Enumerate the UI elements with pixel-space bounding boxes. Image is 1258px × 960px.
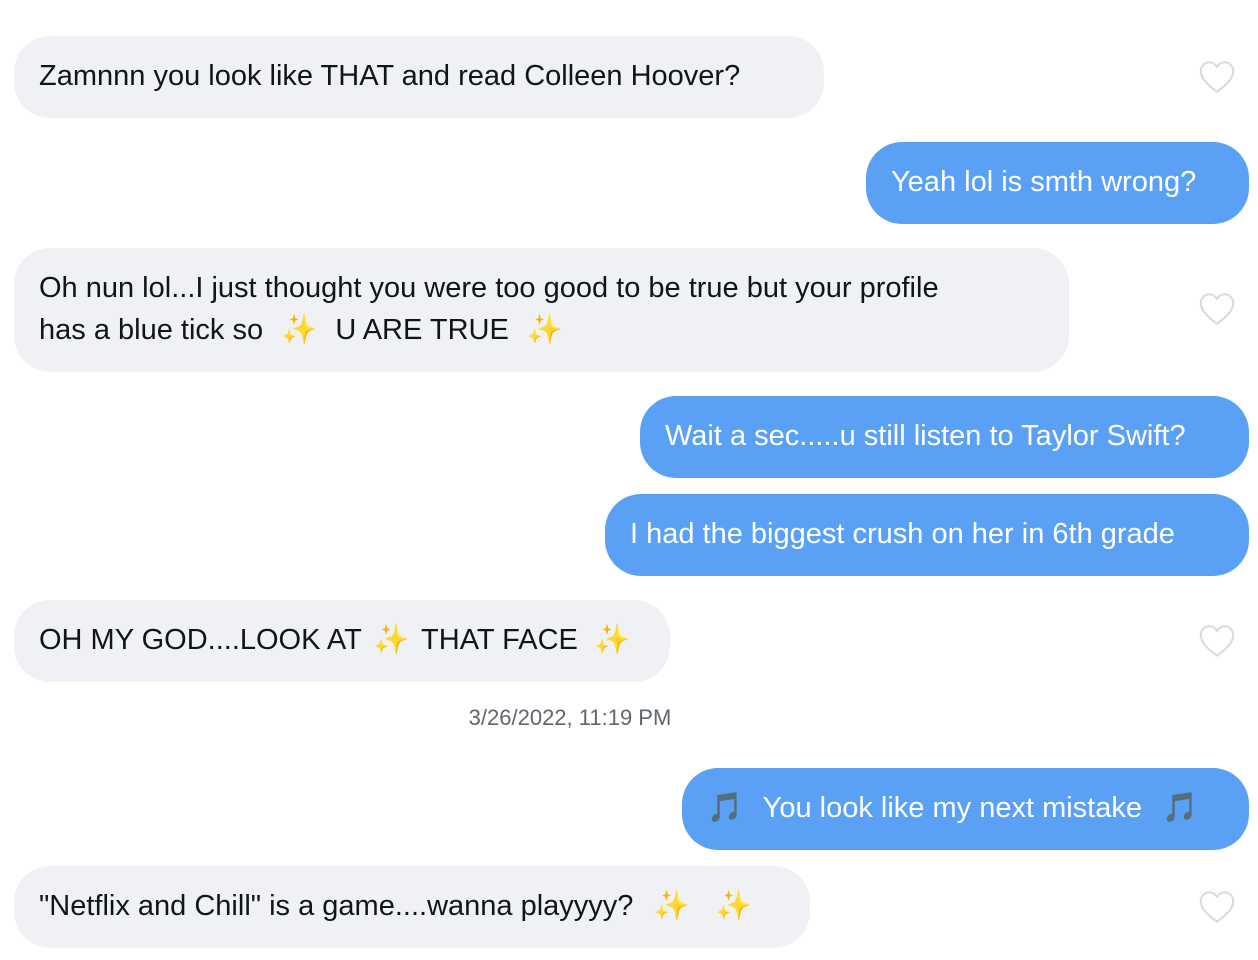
outgoing-message[interactable]: I had the biggest crush on her in 6th gr… bbox=[605, 494, 1249, 576]
message-text: "Netflix and Chill" is a game....wanna p… bbox=[39, 890, 634, 922]
sparkles-icon: ✨ bbox=[526, 314, 563, 346]
message-text-line-1: Oh nun lol...I just thought you were too… bbox=[39, 272, 939, 304]
message-text: U ARE TRUE bbox=[335, 314, 509, 346]
incoming-message[interactable]: Oh nun lol...I just thought you were too… bbox=[14, 248, 1069, 372]
message-text-line-2: has a blue tick so ✨ U ARE TRUE ✨ bbox=[39, 309, 1044, 351]
message-text: You look like my next mistake bbox=[762, 792, 1142, 824]
sparkles-icon: ✨ bbox=[653, 890, 690, 922]
message-text: has a blue tick so bbox=[39, 314, 264, 346]
outgoing-message[interactable]: Wait a sec.....u still listen to Taylor … bbox=[640, 396, 1249, 478]
outgoing-message[interactable]: Yeah lol is smth wrong? bbox=[866, 142, 1249, 224]
message-text: Yeah lol is smth wrong? bbox=[891, 166, 1197, 198]
message-text: OH MY GOD....LOOK AT bbox=[39, 624, 362, 656]
like-heart-icon[interactable] bbox=[1198, 60, 1236, 94]
sparkles-icon: ✨ bbox=[593, 624, 631, 656]
message-text: Wait a sec.....u still listen to Taylor … bbox=[665, 420, 1186, 452]
message-text: THAT FACE bbox=[421, 624, 578, 656]
like-heart-icon[interactable] bbox=[1198, 624, 1236, 658]
music-note-icon: 🎵 bbox=[707, 792, 744, 824]
message-text: I had the biggest crush on her in 6th gr… bbox=[630, 518, 1175, 550]
message-timestamp: 3/26/2022, 11:19 PM bbox=[468, 705, 672, 730]
sparkles-icon: ✨ bbox=[715, 890, 752, 922]
incoming-message[interactable]: OH MY GOD....LOOK AT ✨ THAT FACE ✨ bbox=[14, 600, 670, 682]
like-heart-icon[interactable] bbox=[1198, 890, 1236, 924]
incoming-message[interactable]: Zamnnn you look like THAT and read Colle… bbox=[14, 36, 824, 118]
message-text: Zamnnn you look like THAT and read Colle… bbox=[39, 60, 741, 92]
incoming-message[interactable]: "Netflix and Chill" is a game....wanna p… bbox=[14, 866, 810, 948]
music-note-icon: 🎵 bbox=[1162, 792, 1199, 824]
sparkles-icon: ✨ bbox=[281, 314, 318, 346]
sparkles-icon: ✨ bbox=[373, 624, 410, 656]
like-heart-icon[interactable] bbox=[1198, 292, 1236, 326]
outgoing-message[interactable]: 🎵 You look like my next mistake 🎵 bbox=[682, 768, 1249, 850]
